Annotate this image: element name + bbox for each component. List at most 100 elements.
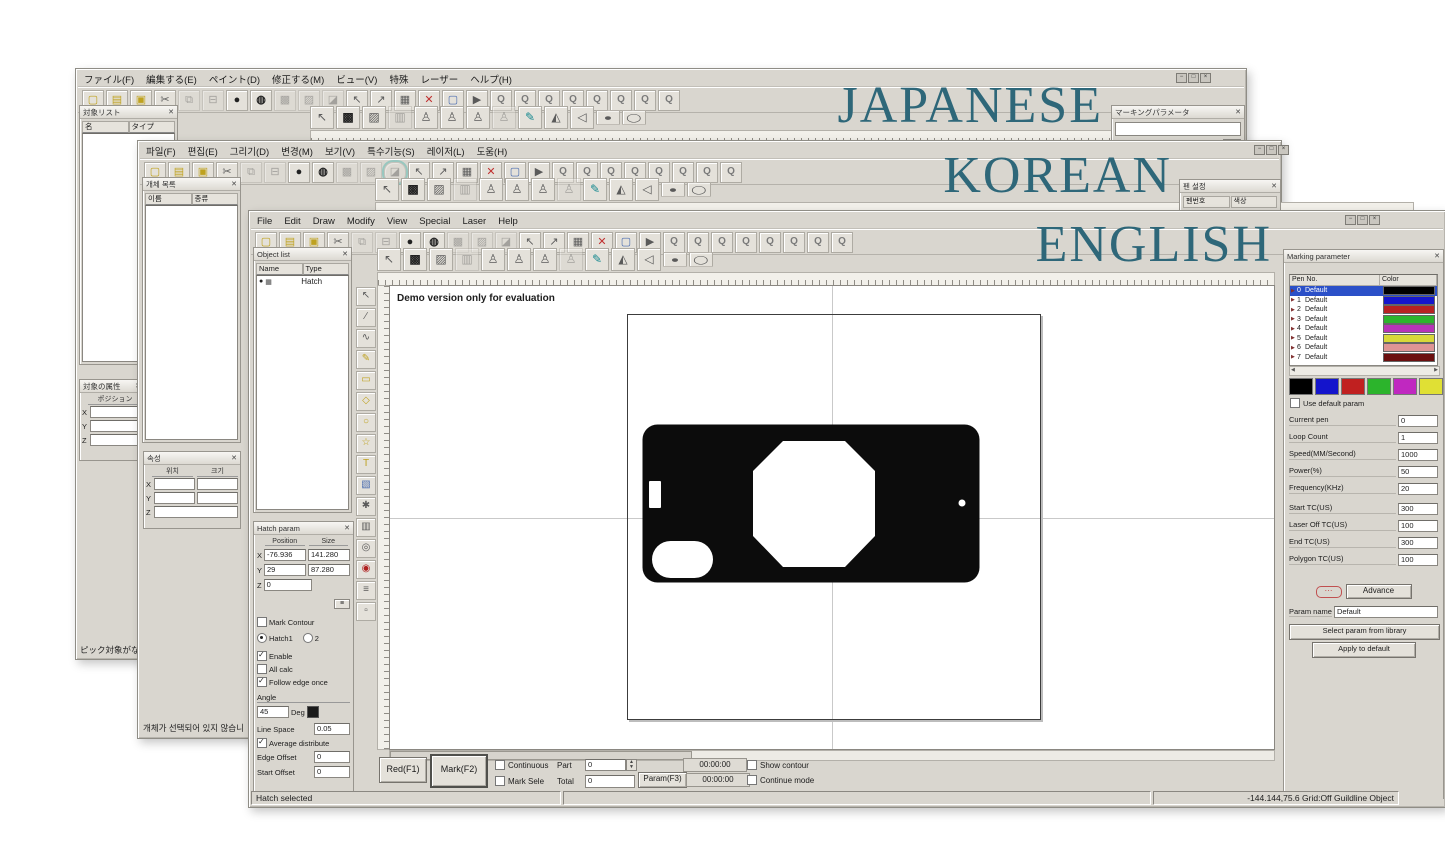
draw-tool-icon[interactable]: ∕ [356,308,376,327]
toolbar-icon[interactable]: ⊟ [264,162,286,183]
x-position-input[interactable] [154,478,195,490]
start-offset-input[interactable]: 0 [314,766,350,778]
toolbar-icon[interactable]: ⊟ [202,90,224,111]
toolbar-icon[interactable]: ◍ [250,90,272,111]
toolbar-icon[interactable]: ▥ [388,106,412,129]
menu-item[interactable]: 레이저(L) [421,144,471,158]
menu-item[interactable]: Help [492,216,524,227]
phone-case-shape[interactable] [642,424,980,583]
menu-item[interactable]: 특수기능(S) [361,144,421,158]
x-size-input[interactable]: 141.280 [308,549,350,561]
color-swatch[interactable] [1367,378,1391,395]
pen-row[interactable]: ▶ 7 Default [1290,353,1437,363]
draw-tool-icon[interactable]: ○ [356,413,376,432]
maximize-button[interactable]: □ [1266,145,1277,155]
toolbar-icon[interactable]: ↖ [377,248,401,271]
hatch1-radio[interactable] [257,633,267,643]
panel-close-icon[interactable]: ✕ [342,250,348,258]
param-input[interactable]: 300 [1398,537,1438,549]
maximize-button[interactable]: □ [1357,215,1368,225]
toolbar-icon[interactable]: Q [831,232,853,253]
minimize-button[interactable]: − [1176,73,1187,83]
pen-row[interactable]: ▶ 4 Default [1290,324,1437,334]
show-contour-checkbox[interactable] [747,760,757,770]
menu-item[interactable]: ペイント(D) [203,72,266,86]
pen-list[interactable] [1115,122,1241,136]
toolbar-icon[interactable]: Q [711,232,733,253]
toolbar-icon[interactable]: ● [663,252,687,266]
pen-color-column[interactable]: Color [1380,275,1437,285]
toolbar-icon[interactable]: ◁ [570,106,594,129]
toolbar-icon[interactable]: ◭ [544,106,568,129]
param-input[interactable]: 300 [1398,503,1438,515]
menu-item[interactable]: 파일(F) [140,144,182,158]
minimize-button[interactable]: − [1345,215,1356,225]
all-calc-checkbox[interactable] [257,664,267,674]
param-button[interactable]: Param(F3) [638,772,687,788]
toolbar-icon[interactable]: Q [720,162,742,183]
stepper-arrows-icon[interactable]: ▲▼ [626,759,637,771]
toolbar-icon[interactable]: ● [288,162,310,183]
param-input[interactable]: 100 [1398,520,1438,532]
panel-close-icon[interactable]: ✕ [344,524,350,532]
draw-tool-icon[interactable]: ▭ [356,371,376,390]
toolbar-icon[interactable]: ▨ [427,178,451,201]
column-type[interactable]: タイプ [129,121,176,133]
minimize-button[interactable]: − [1254,145,1265,155]
toolbar-icon[interactable]: ♙ [481,248,505,271]
red-preview-button[interactable]: Red(F1) [379,757,427,783]
color-swatch[interactable] [1419,378,1443,395]
toolbar-icon[interactable]: Q [735,232,757,253]
draw-tool-icon[interactable]: ✎ [356,350,376,369]
continue-mode-checkbox[interactable] [747,775,757,785]
pen-color-column[interactable]: 색상 [1231,196,1278,208]
param-input[interactable]: 100 [1398,554,1438,566]
menu-item[interactable]: File [251,216,278,227]
pen-row[interactable]: ▶ 6 Default [1290,343,1437,353]
close-button[interactable]: × [1278,145,1289,155]
pen-number-column[interactable]: 펜번호 [1183,196,1230,208]
panel-close-icon[interactable]: ✕ [1235,108,1241,116]
toolbar-icon[interactable]: ↖ [310,106,334,129]
toolbar-icon[interactable]: ◯ [687,182,711,196]
toolbar-icon[interactable]: ♙ [479,178,503,201]
y-size-input[interactable]: 87.280 [308,564,350,576]
z-input[interactable] [90,434,142,446]
close-button[interactable]: × [1369,215,1380,225]
toolbar-icon[interactable]: ◯ [689,252,713,266]
pen-row[interactable]: ▶ 2 Default [1290,305,1437,315]
average-distribute-checkbox[interactable] [257,738,267,748]
toolbar-icon[interactable]: ♙ [466,106,490,129]
hatch2-radio[interactable] [303,633,313,643]
toolbar-icon[interactable]: ♙ [505,178,529,201]
y-size-input[interactable] [197,492,238,504]
y-position-input[interactable]: 29 [264,564,306,576]
toolbar-icon[interactable]: ▩ [274,90,296,111]
toolbar-icon[interactable]: ▨ [429,248,453,271]
object-list[interactable] [145,205,238,440]
column-name[interactable]: Name [256,263,303,275]
draw-tool-icon[interactable]: ▫ [356,602,376,621]
angle-picker-button[interactable] [307,706,319,718]
toolbar-icon[interactable]: ▥ [453,178,477,201]
toolbar-icon[interactable]: Q [658,90,680,111]
panel-close-icon[interactable]: ✕ [1271,182,1277,190]
menu-item[interactable]: View [381,216,413,227]
pen-row[interactable]: ▶ 5 Default [1290,334,1437,344]
menu-item[interactable]: 特殊 [383,72,414,86]
toolbar-icon[interactable]: ♙ [414,106,438,129]
color-swatch[interactable] [1315,378,1339,395]
toolbar-icon[interactable]: ⧉ [240,162,262,183]
toolbar-icon[interactable]: ▨ [362,106,386,129]
advance-button[interactable]: Advance [1346,584,1412,599]
toolbar-icon[interactable]: ● [596,110,620,124]
angle-input[interactable]: 45 [257,706,289,718]
toolbar-icon[interactable]: ⧉ [351,232,373,253]
column-type[interactable]: 종류 [192,193,239,205]
maximize-button[interactable]: □ [1188,73,1199,83]
draw-tool-icon[interactable]: ∿ [356,329,376,348]
toolbar-icon[interactable]: ● [226,90,248,111]
edge-offset-input[interactable]: 0 [314,751,350,763]
mark-button[interactable]: Mark(F2) [430,754,488,788]
toolbar-icon[interactable]: ◯ [622,110,646,124]
